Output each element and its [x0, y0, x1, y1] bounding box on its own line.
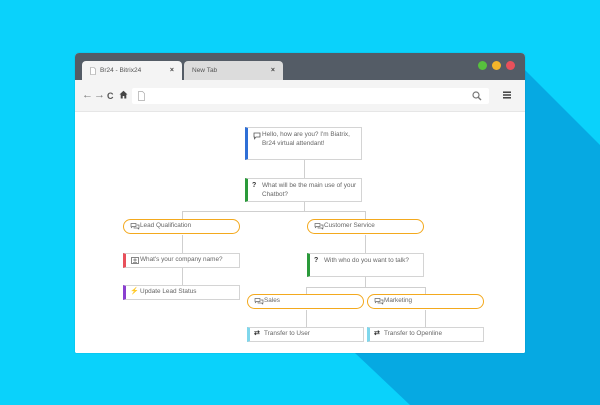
connector [365, 276, 366, 287]
transfer-icon: ⇄ [374, 330, 380, 338]
connector [304, 159, 305, 178]
connector [182, 235, 183, 253]
connector [425, 310, 426, 327]
connector [365, 211, 366, 219]
customer-service-option[interactable]: Customer Service [307, 219, 424, 234]
chat-icon [314, 223, 324, 230]
page-icon [138, 91, 145, 101]
browser-window: Br24 - Bitrix24 × New Tab × ← → C Hello,… [75, 53, 525, 353]
node-text: Transfer to Openline [384, 330, 443, 338]
question-icon: ? [314, 257, 319, 264]
connector [182, 211, 365, 212]
greeting-message-node[interactable]: Hello, how are you? I'm Biatrix, Br24 vi… [245, 127, 362, 160]
company-name-question-node[interactable]: What's your company name? [123, 253, 240, 268]
lightning-icon: ⚡ [130, 288, 139, 296]
connector [306, 287, 425, 288]
talk-question-node[interactable]: ? With who do you want to talk? [307, 253, 424, 277]
tab-bitrix24[interactable]: Br24 - Bitrix24 × [82, 61, 182, 80]
node-text: What's your company name? [140, 256, 223, 264]
transfer-to-user-node[interactable]: ⇄ Transfer to User [247, 327, 364, 342]
connector [365, 235, 366, 253]
main-use-question-node[interactable]: ? What will be the main use of your Chat… [245, 178, 362, 202]
minimize-button[interactable] [492, 61, 501, 70]
id-card-icon [131, 257, 139, 264]
marketing-option[interactable]: Marketing [367, 294, 484, 309]
connector [182, 268, 183, 285]
back-button[interactable]: ← [82, 89, 93, 101]
node-text: Marketing [384, 297, 413, 305]
node-text: Hello, how are you? I'm Biatrix, Br24 vi… [262, 131, 350, 147]
update-lead-status-node[interactable]: ⚡ Update Lead Status [123, 285, 240, 300]
transfer-to-openline-node[interactable]: ⇄ Transfer to Openline [367, 327, 484, 342]
chat-icon [130, 223, 140, 230]
document-icon [90, 66, 96, 75]
node-text: What will be the main use of your Chatbo… [262, 182, 357, 198]
node-text: Lead Qualification [140, 222, 192, 230]
connector [304, 201, 305, 211]
close-tab-icon[interactable]: × [170, 67, 174, 74]
sales-option[interactable]: Sales [247, 294, 364, 309]
close-window-button[interactable] [506, 61, 515, 70]
tab-label: Br24 - Bitrix24 [100, 67, 142, 74]
node-text: Update Lead Status [140, 288, 197, 296]
chat-icon [254, 298, 264, 305]
transfer-icon: ⇄ [254, 330, 260, 338]
connector [425, 287, 426, 294]
close-tab-icon[interactable]: × [271, 67, 275, 74]
reload-button[interactable]: C [107, 90, 114, 102]
node-text: Transfer to User [264, 330, 310, 338]
browser-toolbar: ← → C [75, 80, 525, 112]
speech-bubble-icon [253, 132, 261, 140]
question-icon: ? [252, 182, 257, 189]
hamburger-icon[interactable] [503, 91, 511, 99]
tab-label: New Tab [192, 67, 218, 74]
forward-button[interactable]: → [94, 89, 105, 101]
lead-qualification-option[interactable]: Lead Qualification [123, 219, 240, 234]
connector [182, 211, 183, 219]
home-icon[interactable] [119, 90, 128, 99]
tab-new-tab[interactable]: New Tab × [184, 61, 283, 80]
magnifier-icon[interactable] [472, 91, 482, 101]
chatbot-flow-canvas: Hello, how are you? I'm Biatrix, Br24 vi… [75, 112, 525, 353]
maximize-button[interactable] [478, 61, 487, 70]
node-text: Customer Service [324, 222, 375, 230]
node-text: Sales [264, 297, 280, 305]
address-bar[interactable] [132, 88, 489, 104]
connector [306, 310, 307, 327]
connector [306, 287, 307, 294]
browser-titlebar: Br24 - Bitrix24 × New Tab × [75, 53, 525, 80]
node-text: With who do you want to talk? [324, 257, 409, 264]
chat-icon [374, 298, 384, 305]
